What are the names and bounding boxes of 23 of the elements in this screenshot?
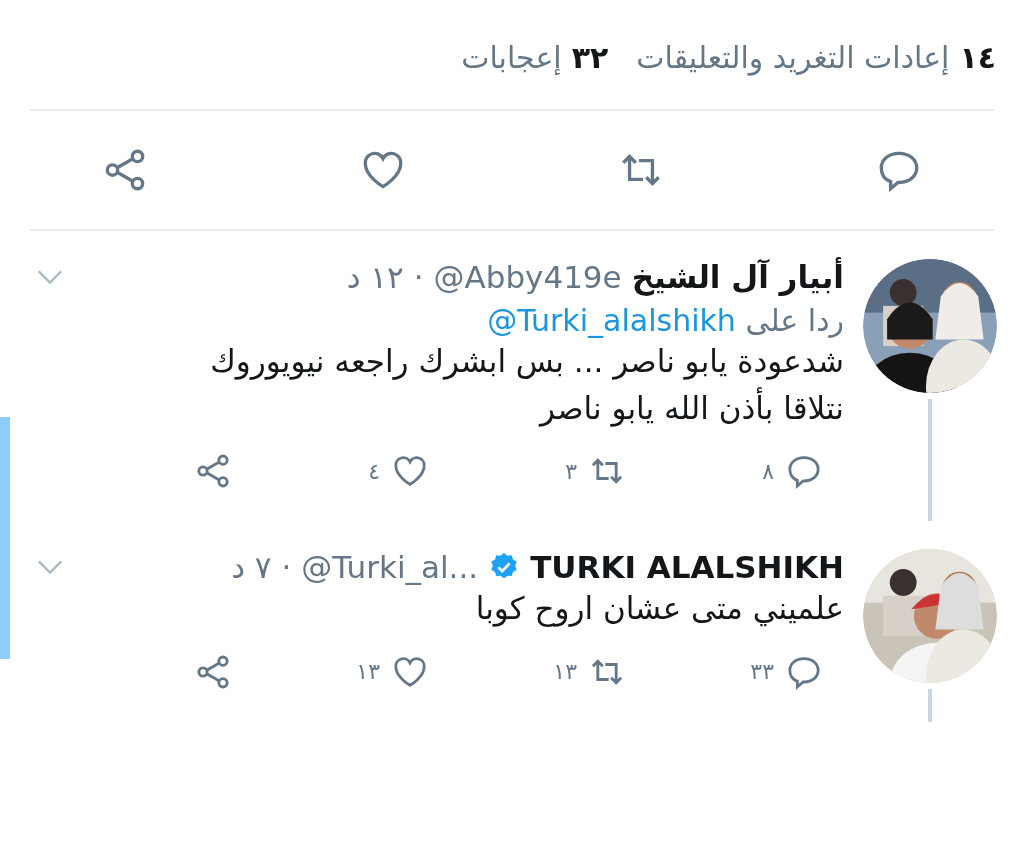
user-handle[interactable]: @Abby419e — [433, 259, 622, 295]
retweet-count: ٣ — [565, 458, 577, 484]
user-handle[interactable]: @Turki_al... — [301, 549, 479, 585]
tweet-text: شدعودة يابو ناصر ... بس ابشرك راجعه نيويوروك — [209, 342, 844, 382]
retweet-count: ١٣ — [553, 659, 577, 684]
stat-label: إعادات التغريد والتعليقات — [636, 40, 950, 75]
tweet-text: نتلاقا بأذن الله يابو ناصر — [537, 386, 844, 429]
stat-label: إعجابات — [461, 40, 562, 75]
tweet-time: ٧ د — [231, 549, 272, 585]
separator-dot: · — [413, 259, 424, 295]
like-count: ٤ — [368, 458, 380, 484]
reply-count: ٣٣ — [750, 659, 774, 684]
stat-count: ١٤ — [959, 40, 996, 75]
tweet-time: ١٢ د — [346, 259, 404, 295]
reply-count: ٨ — [762, 458, 774, 484]
mention-link[interactable]: @Turki_alalshikh — [487, 303, 736, 338]
like-count: ١٣ — [356, 659, 380, 684]
user-name[interactable]: TURKI ALALSHIKH — [530, 549, 844, 585]
separator-dot: · — [281, 549, 292, 585]
user-name[interactable]: أبيار آل الشيخ — [631, 259, 844, 295]
tweet-text: علميني متى عشان اروح كوبا — [474, 589, 844, 629]
reply-label: ردا على — [745, 303, 844, 338]
stat-count: ٣٢ — [571, 40, 609, 75]
